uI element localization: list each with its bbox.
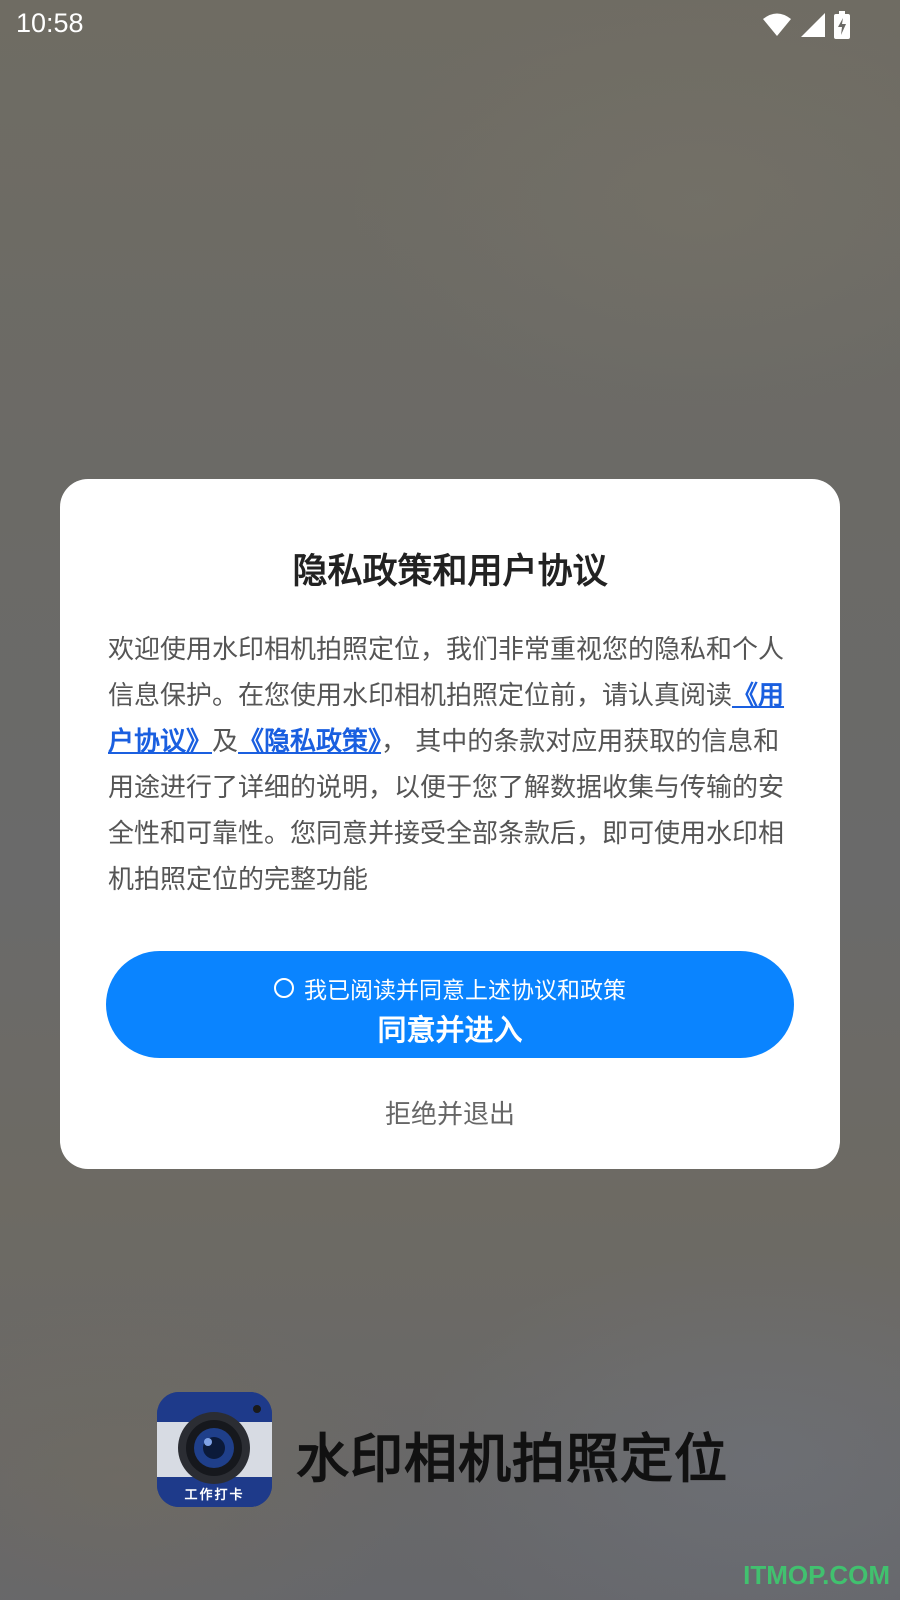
dialog-body: 欢迎使用水印相机拍照定位，我们非常重视您的隐私和个人信息保护。在您使用水印相机拍… xyxy=(108,627,798,903)
agree-checkbox-label: 我已阅读并同意上述协议和政策 xyxy=(304,978,626,1004)
dialog-body-and: 及 xyxy=(212,727,239,757)
reject-and-exit-button[interactable]: 拒绝并退出 xyxy=(0,1094,900,1131)
agree-and-enter-label: 同意并进入 xyxy=(377,1013,523,1047)
camera-app-icon: 工作打卡 xyxy=(157,1392,272,1507)
agree-checkbox-row[interactable]: 我已阅读并同意上述协议和政策 xyxy=(106,971,794,1005)
battery-charging-icon xyxy=(834,11,850,39)
radio-unchecked-icon[interactable] xyxy=(274,978,294,998)
wifi-icon xyxy=(762,12,792,38)
privacy-policy-link[interactable]: 《隐私政策》 xyxy=(238,727,381,757)
app-name: 水印相机拍照定位 xyxy=(296,1429,728,1490)
status-icons xyxy=(762,10,850,40)
site-watermark: ITMOP.COM xyxy=(743,1560,890,1590)
dialog-body-text: 欢迎使用水印相机拍照定位，我们非常重视您的隐私和个人信息保护。在您使用水印相机拍… xyxy=(108,635,785,711)
logo-text: 工作打卡 xyxy=(184,1488,245,1503)
status-bar: 10:58 xyxy=(0,0,900,50)
agree-and-enter-button[interactable]: 我已阅读并同意上述协议和政策 同意并进入 xyxy=(106,951,794,1058)
cellular-signal-icon xyxy=(800,12,826,38)
dialog-title: 隐私政策和用户协议 xyxy=(292,552,608,592)
status-time: 10:58 xyxy=(16,8,84,38)
